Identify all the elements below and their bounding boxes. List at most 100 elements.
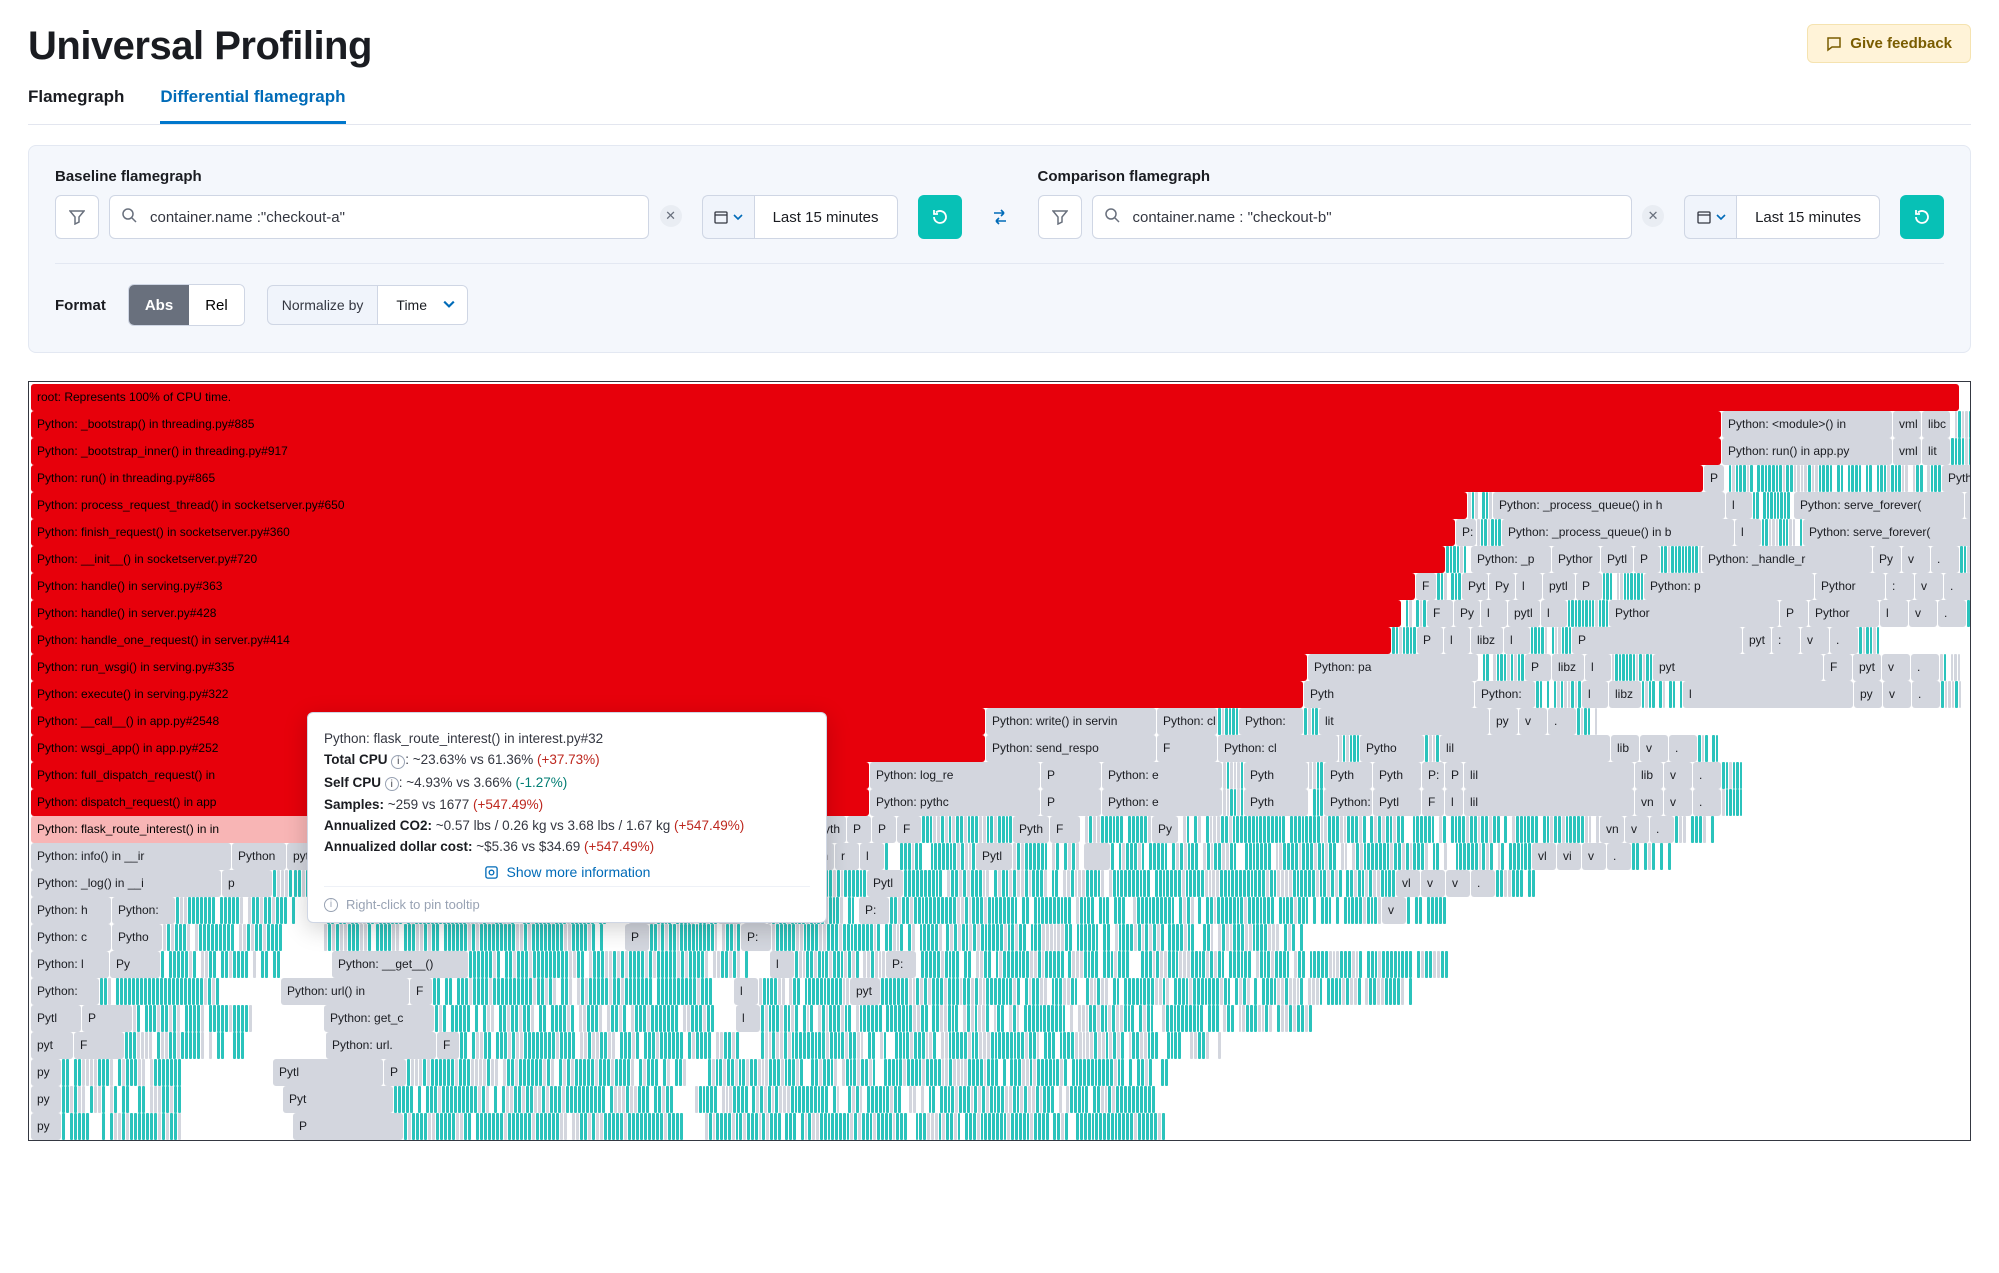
flame-cell[interactable]: : (1886, 573, 1914, 600)
flame-cell[interactable]: vn (1600, 816, 1624, 843)
flame-cell[interactable]: Python: _log() in __i (31, 870, 221, 897)
flame-cell[interactable]: lib (1611, 735, 1639, 762)
flame-cell[interactable]: Python: <module>() in (1722, 411, 1892, 438)
flame-cell[interactable]: root: Represents 100% of CPU time. (31, 384, 1959, 411)
flame-cell[interactable]: pyt (1853, 654, 1881, 681)
flame-cell[interactable]: Python: execute() in serving.py#322 (31, 681, 1303, 708)
flame-cell[interactable]: v (1421, 870, 1445, 897)
flame-cell[interactable]: l (1516, 573, 1542, 600)
flame-cell[interactable]: r (835, 843, 859, 870)
flame-cell[interactable]: Pytho (112, 924, 162, 951)
flame-cell[interactable]: pytl (1508, 600, 1540, 627)
flame-cell[interactable]: P: (1456, 519, 1476, 546)
flame-cell[interactable]: F (410, 978, 432, 1005)
flame-cell[interactable]: py (31, 1113, 61, 1140)
flame-cell[interactable]: v (1664, 789, 1692, 816)
flame-cell[interactable]: Python: l (31, 951, 109, 978)
flame-cell[interactable]: Py (110, 951, 160, 978)
comparison-clear-button[interactable]: ✕ (1642, 205, 1664, 227)
flame-cell[interactable]: pyt (850, 978, 880, 1005)
flame-cell[interactable]: Pytl (1373, 789, 1421, 816)
flame-cell[interactable]: Python: handle() in server.py#428 (31, 600, 1401, 627)
flame-cell[interactable]: Python: handle() in serving.py#363 (31, 573, 1415, 600)
flame-cell[interactable]: vml (1893, 438, 1921, 465)
flame-cell[interactable]: Python: serve_forever( (1803, 519, 1971, 546)
flame-cell[interactable]: F (1050, 816, 1080, 843)
flame-cell[interactable]: libc (1922, 411, 1950, 438)
flame-cell[interactable]: Python: get_c (324, 1005, 434, 1032)
flame-cell[interactable]: v (1965, 492, 1971, 519)
flame-cell[interactable]: v (1664, 762, 1692, 789)
flame-cell[interactable]: P (1704, 465, 1724, 492)
flame-cell[interactable]: Py (1152, 816, 1178, 843)
flame-cell[interactable]: Python: serve_forever( (1794, 492, 1964, 519)
flame-cell[interactable]: P (82, 1005, 132, 1032)
flame-cell[interactable]: Python: log_re (870, 762, 1040, 789)
flame-cell[interactable]: Python: _bootstrap_inner() in threading.… (31, 438, 1721, 465)
flame-cell[interactable]: py (1490, 708, 1518, 735)
show-more-link[interactable]: Show more information (324, 864, 810, 880)
flame-cell[interactable]: F (1824, 654, 1852, 681)
flame-cell[interactable]: Python: _handle_r (1702, 546, 1872, 573)
flame-cell[interactable]: Python: cl (1157, 708, 1217, 735)
flame-cell[interactable]: Pyt (283, 1086, 393, 1113)
flame-cell[interactable]: v (1582, 843, 1606, 870)
flame-cell[interactable]: Pyt (1462, 573, 1488, 600)
flame-cell[interactable]: l (734, 978, 758, 1005)
tab-differential-flamegraph[interactable]: Differential flamegraph (160, 87, 345, 124)
flame-cell[interactable]: Python: (1475, 681, 1535, 708)
flame-cell[interactable]: l (736, 1005, 760, 1032)
flame-cell[interactable]: F (74, 1032, 124, 1059)
flame-cell[interactable]: Python: __init__() in socketserver.py#72… (31, 546, 1445, 573)
flame-cell[interactable]: v (1625, 816, 1649, 843)
flame-cell[interactable]: Python: _p (1471, 546, 1551, 573)
flame-cell[interactable]: . (1607, 843, 1631, 870)
flame-cell[interactable]: Python: (31, 978, 99, 1005)
flame-cell[interactable]: Python: flask_route_interest() in in (31, 816, 331, 843)
flame-cell[interactable]: Py (1873, 546, 1901, 573)
flame-cell[interactable] (1084, 843, 1110, 870)
flame-cell[interactable]: Python: c (31, 924, 111, 951)
flame-cell[interactable]: l (1445, 789, 1463, 816)
flame-cell[interactable]: P (847, 816, 871, 843)
flame-cell[interactable]: Pyth (1373, 762, 1421, 789)
flame-cell[interactable]: lil (1464, 789, 1634, 816)
flame-cell[interactable]: v (1382, 897, 1406, 924)
flame-cell[interactable]: Python: run() in app.py (1722, 438, 1892, 465)
flame-cell[interactable]: Pyth (1013, 816, 1049, 843)
flame-cell[interactable]: P: (1422, 762, 1444, 789)
flame-cell[interactable]: v (1883, 681, 1911, 708)
flame-cell[interactable]: Python: run_wsgi() in serving.py#335 (31, 654, 1307, 681)
flame-cell[interactable]: Pyth (1244, 789, 1308, 816)
baseline-clear-button[interactable]: ✕ (660, 205, 682, 227)
flame-cell[interactable]: F (1157, 735, 1217, 762)
flame-cell[interactable]: . (1944, 573, 1971, 600)
flame-cell[interactable]: vml (1893, 411, 1921, 438)
flame-cell[interactable]: F (1427, 600, 1453, 627)
flame-cell[interactable]: Python: info() in __ir (31, 843, 231, 870)
baseline-filter-button[interactable] (55, 195, 99, 239)
flame-cell[interactable]: Pyth (1304, 681, 1474, 708)
flame-cell[interactable]: F (1422, 789, 1444, 816)
flame-cell[interactable]: P (384, 1059, 406, 1086)
flame-cell[interactable]: . (1911, 654, 1939, 681)
flame-cell[interactable]: P (1780, 600, 1808, 627)
flame-cell[interactable]: libz (1609, 681, 1641, 708)
comparison-refresh-button[interactable] (1900, 195, 1944, 239)
format-rel-button[interactable]: Rel (189, 285, 244, 325)
flame-cell[interactable]: lil (1440, 735, 1610, 762)
flame-cell[interactable]: . (1931, 546, 1959, 573)
flame-cell[interactable]: Python: p (1644, 573, 1814, 600)
flame-cell[interactable]: Python: handle_one_request() in server.p… (31, 627, 1391, 654)
flame-cell[interactable]: Pytl (1601, 546, 1633, 573)
flame-cell[interactable]: libz (1552, 654, 1584, 681)
format-abs-button[interactable]: Abs (129, 285, 189, 325)
flame-cell[interactable]: py (1854, 681, 1882, 708)
flame-cell[interactable]: Pytho (1360, 735, 1424, 762)
flame-cell[interactable]: Pytl (31, 1005, 81, 1032)
flame-cell[interactable]: . (1471, 870, 1495, 897)
flame-cell[interactable]: l (1504, 627, 1530, 654)
flame-cell[interactable]: Python (232, 843, 286, 870)
flame-cell[interactable]: Py (1454, 600, 1480, 627)
flame-cell[interactable]: P (1634, 546, 1660, 573)
